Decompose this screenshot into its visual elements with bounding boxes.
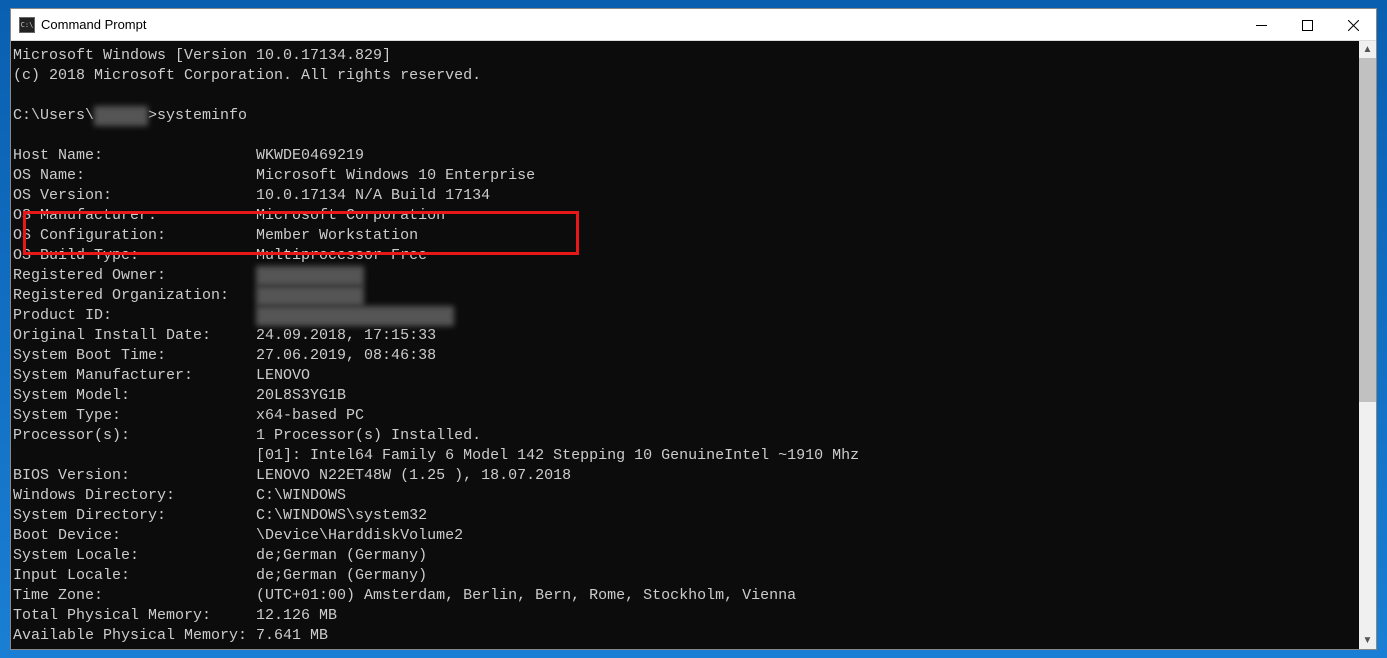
terminal-line: System Type: x64-based PC xyxy=(13,406,1359,426)
terminal-line: System Manufacturer: LENOVO xyxy=(13,366,1359,386)
terminal-line: OS Manufacturer: Microsoft Corporation xyxy=(13,206,1359,226)
terminal-output[interactable]: Microsoft Windows [Version 10.0.17134.82… xyxy=(11,41,1359,649)
scroll-up-arrow-icon[interactable]: ▲ xyxy=(1359,41,1376,58)
scroll-track[interactable] xyxy=(1359,58,1376,632)
terminal-line: (c) 2018 Microsoft Corporation. All righ… xyxy=(13,66,1359,86)
terminal-line: Microsoft Windows [Version 10.0.17134.82… xyxy=(13,46,1359,66)
terminal-line: Registered Organization: ████████████ xyxy=(13,286,1359,306)
terminal-line: OS Name: Microsoft Windows 10 Enterprise xyxy=(13,166,1359,186)
terminal-line: Available Physical Memory: 7.641 MB xyxy=(13,626,1359,646)
terminal-line: Time Zone: (UTC+01:00) Amsterdam, Berlin… xyxy=(13,586,1359,606)
terminal-line: BIOS Version: LENOVO N22ET48W (1.25 ), 1… xyxy=(13,466,1359,486)
minimize-button[interactable] xyxy=(1238,9,1284,41)
terminal-line: OS Version: 10.0.17134 N/A Build 17134 xyxy=(13,186,1359,206)
terminal-line: Original Install Date: 24.09.2018, 17:15… xyxy=(13,326,1359,346)
terminal-line: Windows Directory: C:\WINDOWS xyxy=(13,486,1359,506)
terminal-line: System Boot Time: 27.06.2019, 08:46:38 xyxy=(13,346,1359,366)
close-icon xyxy=(1348,20,1359,31)
terminal-line: Input Locale: de;German (Germany) xyxy=(13,566,1359,586)
terminal-line: System Directory: C:\WINDOWS\system32 xyxy=(13,506,1359,526)
window-controls xyxy=(1238,9,1376,40)
titlebar[interactable]: C:\ Command Prompt xyxy=(11,9,1376,41)
terminal-line: Boot Device: \Device\HarddiskVolume2 xyxy=(13,526,1359,546)
terminal-line: System Model: 20L8S3YG1B xyxy=(13,386,1359,406)
terminal-line: Processor(s): 1 Processor(s) Installed. xyxy=(13,426,1359,446)
terminal-line: Product ID: ██████████████████████ xyxy=(13,306,1359,326)
close-button[interactable] xyxy=(1330,9,1376,41)
command-prompt-window: C:\ Command Prompt Microsoft Windows [Ve… xyxy=(10,8,1377,650)
terminal-line: Registered Owner: ████████████ xyxy=(13,266,1359,286)
maximize-button[interactable] xyxy=(1284,9,1330,41)
terminal-line: System Locale: de;German (Germany) xyxy=(13,546,1359,566)
cmd-icon: C:\ xyxy=(19,17,35,33)
scroll-down-arrow-icon[interactable]: ▼ xyxy=(1359,632,1376,649)
terminal-line xyxy=(13,86,1359,106)
terminal-line: OS Build Type: Multiprocessor Free xyxy=(13,246,1359,266)
terminal-line: OS Configuration: Member Workstation xyxy=(13,226,1359,246)
terminal-line: [01]: Intel64 Family 6 Model 142 Steppin… xyxy=(13,446,1359,466)
terminal-line xyxy=(13,126,1359,146)
scroll-thumb[interactable] xyxy=(1359,58,1376,402)
terminal-line: Total Physical Memory: 12.126 MB xyxy=(13,606,1359,626)
vertical-scrollbar[interactable]: ▲ ▼ xyxy=(1359,41,1376,649)
maximize-icon xyxy=(1302,20,1313,31)
terminal-line: C:\Users\██████>systeminfo xyxy=(13,106,1359,126)
minimize-icon xyxy=(1256,20,1267,31)
terminal-area: Microsoft Windows [Version 10.0.17134.82… xyxy=(11,41,1376,649)
window-title: Command Prompt xyxy=(41,17,1238,32)
terminal-line: Host Name: WKWDE0469219 xyxy=(13,146,1359,166)
